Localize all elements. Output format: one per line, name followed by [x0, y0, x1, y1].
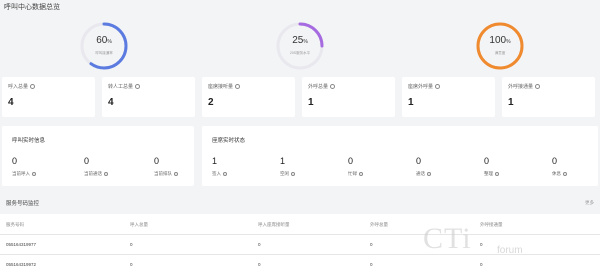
table-cell: 0	[258, 262, 261, 267]
stat-label: 外呼总量	[308, 83, 336, 90]
help-icon[interactable]	[223, 171, 227, 176]
call-realtime-panel: 呼叫实时信息 0 当前呼入 0 当前通话 0 当前排队	[2, 126, 194, 186]
column-header: 外呼接通量	[480, 222, 503, 227]
stat-value: 1	[308, 97, 314, 108]
stat-value: 2	[208, 97, 214, 108]
help-icon[interactable]	[30, 84, 36, 90]
panel-title: 座席实时状态	[212, 138, 246, 144]
column-header: 呼入总量	[130, 222, 148, 227]
metric-value: 0	[12, 156, 18, 166]
metric-label: 当前呼入	[12, 171, 36, 177]
help-icon[interactable]	[291, 171, 295, 176]
stat-value: 4	[108, 97, 114, 108]
table-cell: 0	[370, 242, 373, 247]
stat-card-inbound-total: 呼入总量 4	[2, 77, 95, 117]
metric-value: 0	[552, 156, 558, 166]
stat-label: 外呼接通量	[508, 83, 541, 90]
help-icon[interactable]	[330, 84, 336, 90]
gauge-ring	[80, 22, 128, 70]
gauge-ring	[476, 22, 524, 70]
metric-label: 通话	[416, 171, 431, 177]
metric-label: 休息	[552, 171, 567, 177]
column-header: 呼入座席接听量	[258, 222, 290, 227]
watermark-logo: CTi	[423, 222, 472, 255]
stat-value: 4	[8, 97, 14, 108]
table-cell: 0	[130, 242, 133, 247]
help-icon[interactable]	[135, 84, 141, 90]
stat-card-agent-outbound: 座席外呼量 1	[402, 77, 495, 117]
gauge-caption: 满意度	[494, 51, 506, 55]
agent-status-panel: 座席实时状态 1 签入 1 空闲 0 忙碌 0 通话 0 整理 0 休息	[202, 126, 598, 186]
stat-card-outbound-total: 外呼总量 1	[302, 77, 395, 117]
help-icon[interactable]	[563, 171, 567, 176]
stat-card-agent-answered: 座席接听量 2	[202, 77, 295, 117]
help-icon[interactable]	[174, 171, 178, 176]
gauge-satisfaction: 100% 满意度	[474, 20, 526, 72]
metric-label: 忙碌	[348, 171, 363, 177]
column-header: 外呼总量	[370, 222, 388, 227]
stat-label: 座席外呼量	[408, 83, 441, 90]
gauge-service-level: 25% 20S服务水平	[274, 20, 326, 72]
metric-label: 整理	[484, 171, 499, 177]
table-cell: 0	[370, 262, 373, 267]
table-cell: 0	[130, 262, 133, 267]
stat-card-transfer-total: 转人工总量 4	[102, 77, 195, 117]
help-icon[interactable]	[32, 171, 36, 176]
stat-card-outbound-connected: 外呼接通量 1	[502, 77, 595, 117]
section-title: 服务号码监控	[6, 201, 40, 207]
metric-value: 0	[484, 156, 490, 166]
stat-value: 1	[508, 97, 514, 108]
panel-title: 呼叫实时信息	[12, 138, 46, 144]
column-header: 服务号码	[6, 222, 24, 227]
table-cell: 0	[480, 262, 483, 267]
table-cell: 0	[480, 242, 483, 247]
page-title: 呼叫中心数据总览	[4, 4, 60, 11]
help-icon[interactable]	[535, 84, 541, 90]
help-icon[interactable]	[235, 84, 241, 90]
help-icon[interactable]	[104, 171, 108, 176]
gauge-percent: 25%	[292, 35, 308, 46]
metric-label: 空闲	[280, 171, 295, 177]
metric-value: 0	[416, 156, 422, 166]
gauge-ring	[276, 22, 324, 70]
stat-label: 呼入总量	[8, 83, 36, 90]
gauge-percent: 60%	[96, 35, 112, 46]
help-icon[interactable]	[427, 171, 431, 176]
stat-value: 1	[408, 97, 414, 108]
metric-value: 0	[154, 156, 160, 166]
stat-label: 转人工总量	[108, 83, 141, 90]
metric-label: 当前排队	[154, 171, 178, 177]
table-cell: 055164319972	[6, 262, 37, 267]
stat-label: 座席接听量	[208, 83, 241, 90]
gauge-caption: 20S服务水平	[289, 51, 311, 55]
metric-value: 0	[84, 156, 90, 166]
help-icon[interactable]	[435, 84, 441, 90]
gauge-connect-rate: 60% 呼叫接通率	[78, 20, 130, 72]
metric-label: 签入	[212, 171, 227, 177]
metric-value: 0	[348, 156, 354, 166]
table-cell: 055164319977	[6, 242, 37, 247]
help-icon[interactable]	[495, 171, 499, 176]
help-icon[interactable]	[359, 171, 363, 176]
more-link[interactable]: 更多	[585, 200, 594, 206]
row-divider	[0, 234, 600, 235]
metric-value: 1	[280, 156, 286, 166]
watermark-sub: forum	[497, 245, 523, 256]
metric-value: 1	[212, 156, 218, 166]
table-cell: 0	[258, 242, 261, 247]
metric-label: 当前通话	[84, 171, 108, 177]
gauge-caption: 呼叫接通率	[95, 51, 113, 55]
gauge-percent: 100%	[489, 35, 511, 46]
